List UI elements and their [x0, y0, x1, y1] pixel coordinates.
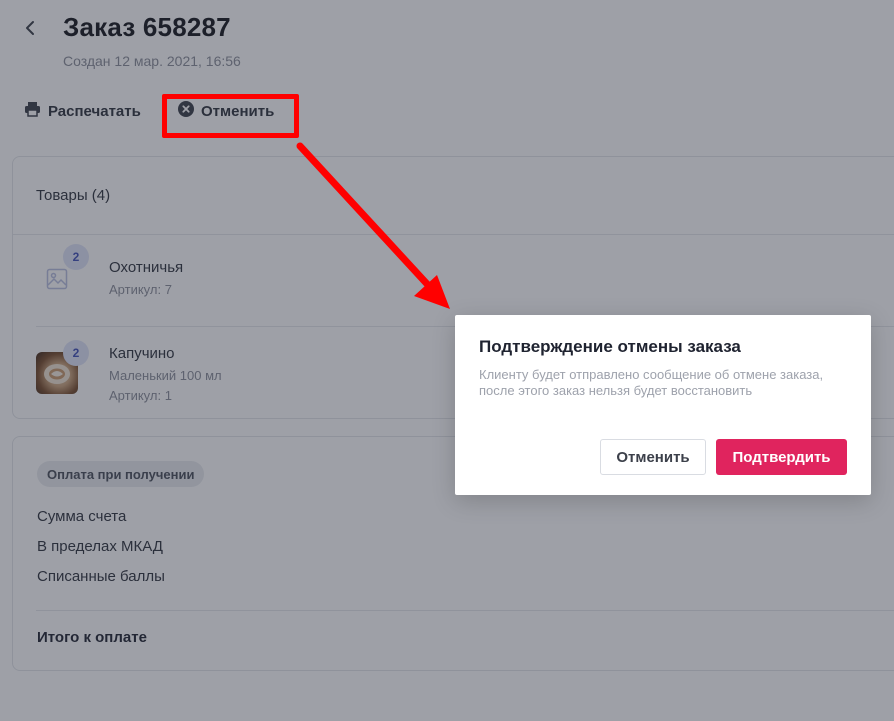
dialog-message: Клиенту будет отправлено сообщение об от…	[479, 367, 824, 398]
order-page: Заказ 658287 Создан 12 мар. 2021, 16:56 …	[0, 0, 894, 721]
cancel-confirmation-dialog: Подтверждение отмены заказа Клиенту буде…	[455, 315, 871, 495]
dialog-cancel-button[interactable]: Отменить	[600, 439, 706, 475]
dialog-confirm-button[interactable]: Подтвердить	[716, 439, 847, 475]
dialog-title: Подтверждение отмены заказа	[479, 337, 741, 356]
